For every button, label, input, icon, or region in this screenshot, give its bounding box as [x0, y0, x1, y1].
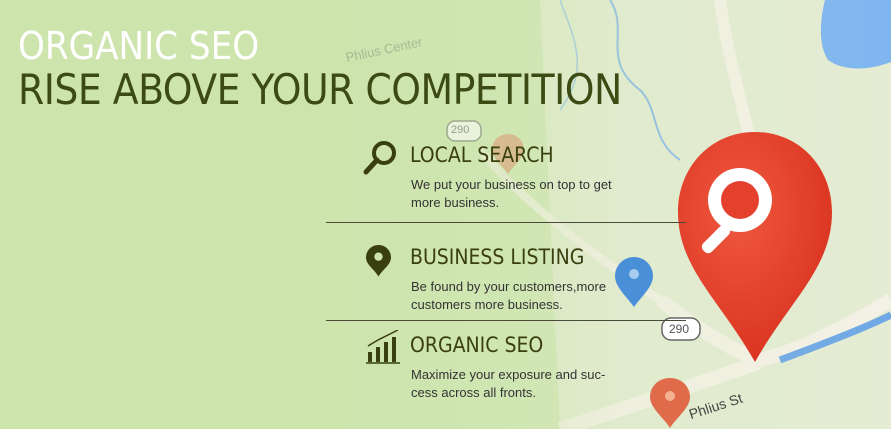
banner-title: ORGANIC SEO — [18, 24, 260, 68]
magnifier-icon — [363, 141, 396, 175]
feature-local-search: LOCAL SEARCH We put your business on top… — [326, 140, 682, 220]
bar-chart-icon — [366, 330, 400, 364]
seo-banner: 290 290 Phlius St Phlius Center ORGANIC … — [0, 0, 891, 429]
divider — [326, 320, 686, 321]
feature-organic-seo: ORGANIC SEO Maximize your exposure and s… — [326, 330, 682, 400]
feature-title: BUSINESS LISTING — [410, 245, 585, 269]
map-pin-icon — [366, 245, 391, 277]
road-shield-1-label: 290 — [451, 124, 470, 136]
feature-title: ORGANIC SEO — [410, 333, 544, 357]
banner-subtitle: RISE ABOVE YOUR COMPETITION — [18, 65, 622, 114]
feature-business-listing: BUSINESS LISTING Be found by your custom… — [326, 242, 682, 312]
feature-description: We put your business on top to get more … — [411, 177, 612, 210]
feature-description: Maximize your exposure and suc- cess acr… — [411, 367, 606, 400]
divider — [326, 222, 686, 223]
feature-title: LOCAL SEARCH — [410, 143, 554, 167]
feature-description: Be found by your customers,more customer… — [411, 279, 607, 312]
